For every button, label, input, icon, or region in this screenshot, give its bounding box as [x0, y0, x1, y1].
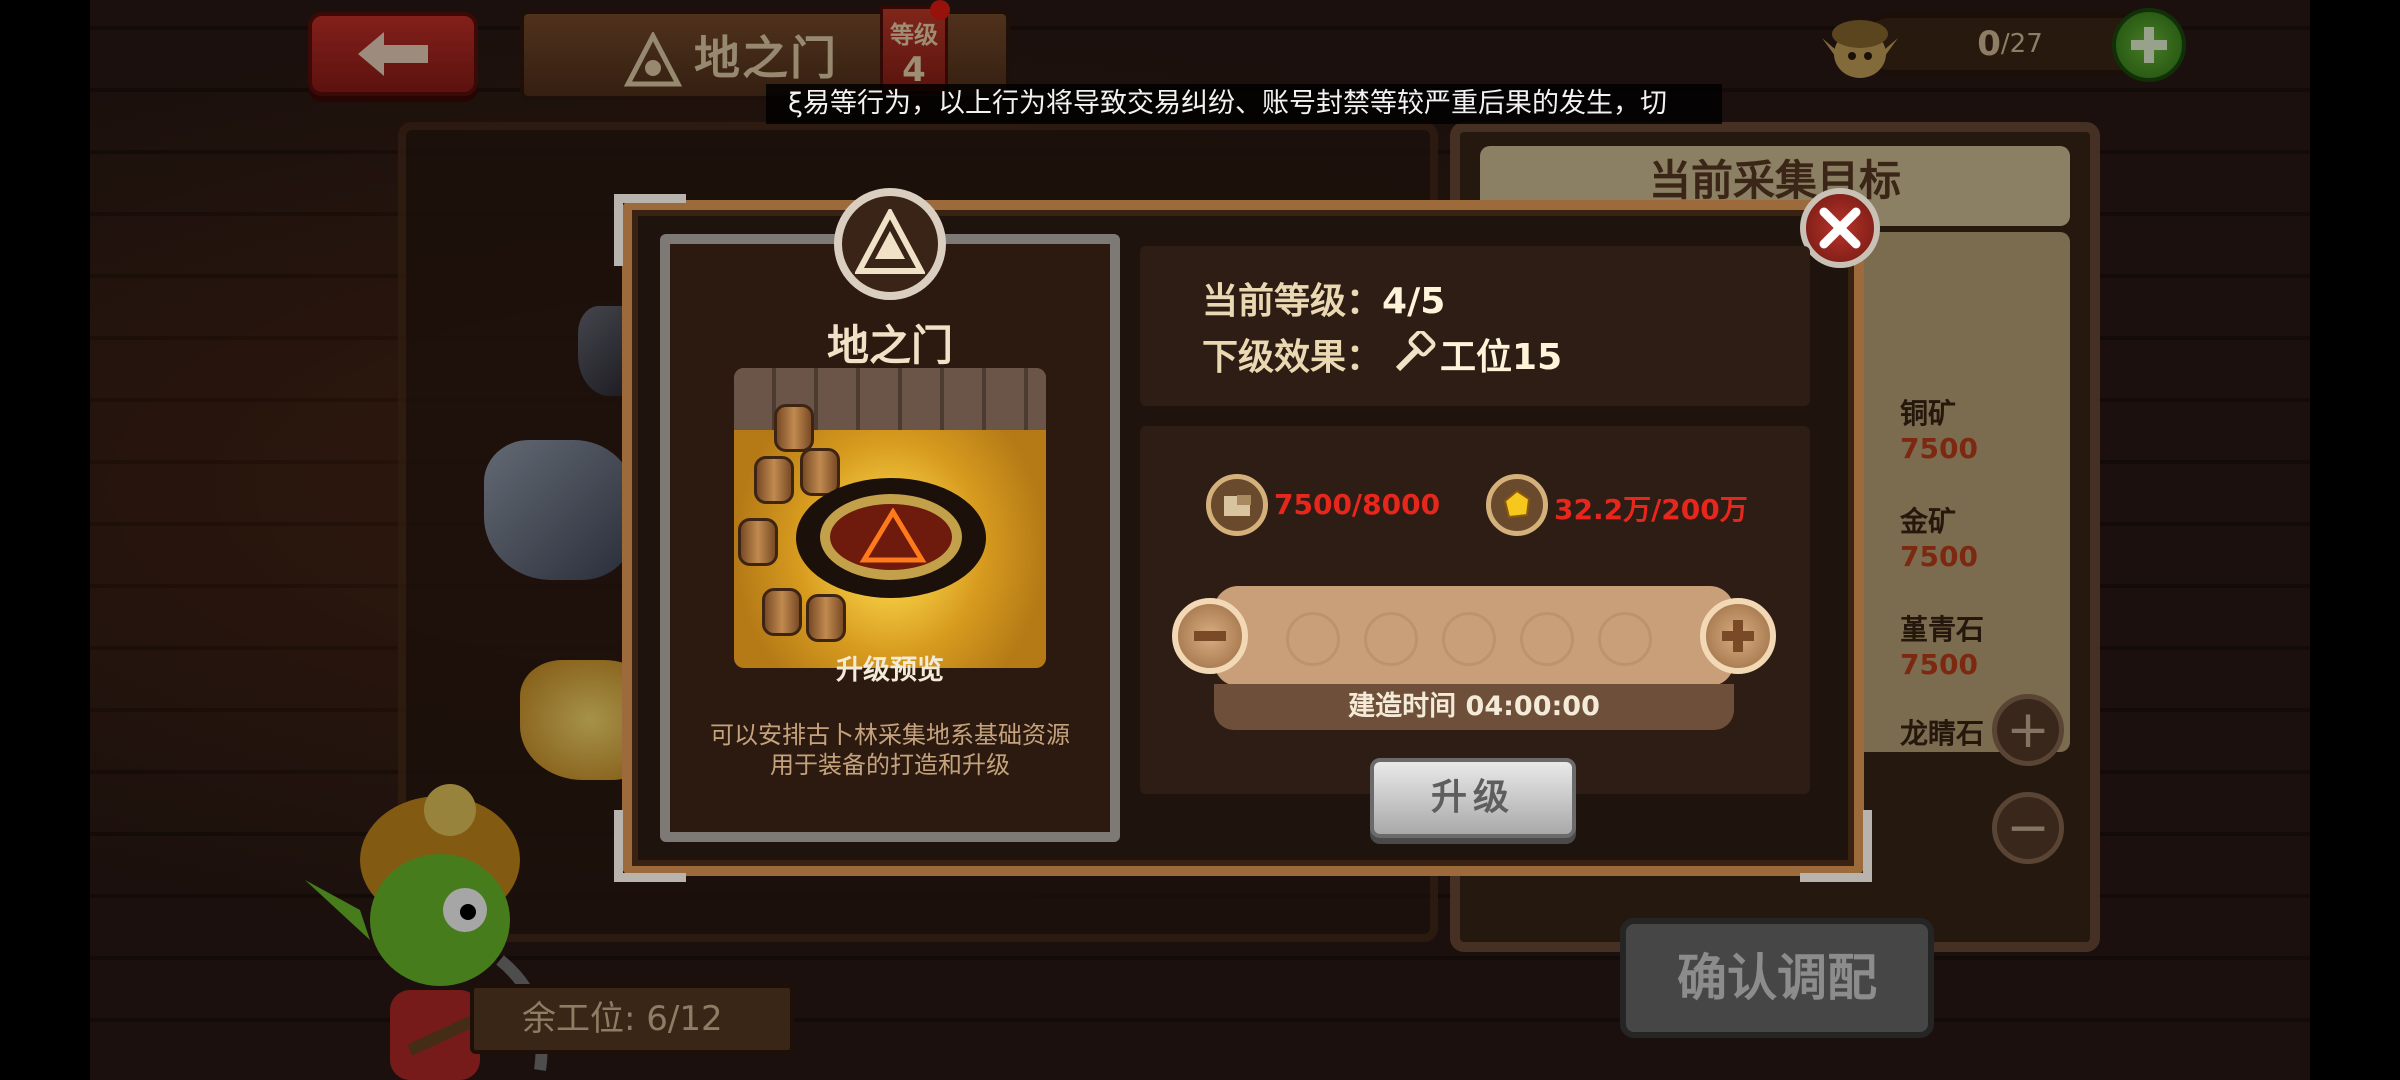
hammer-icon — [1395, 331, 1436, 372]
goblin-slot-icon — [1598, 612, 1652, 666]
description-line: 可以安排古卜林采集地系基础资源 — [710, 721, 1070, 749]
barrel-icon — [754, 456, 794, 504]
upgrade-preview-image — [734, 368, 1046, 668]
wood-resource-icon — [1206, 474, 1268, 536]
current-level-label: 当前等级： — [1202, 281, 1383, 322]
gold-resource-icon — [1486, 474, 1548, 536]
goblin-slot-icon — [1442, 612, 1496, 666]
close-button[interactable] — [1800, 188, 1880, 268]
current-level-row: 当前等级：4/5 — [1202, 272, 1445, 324]
corner-ornament-icon — [1800, 810, 1872, 882]
next-effect-value: 工位15 — [1440, 337, 1563, 378]
game-screen: 余工位: 6/12 当前采集目标 铜矿 7500 金矿 7500 堇青石 750… — [0, 0, 2400, 1080]
announcement-marquee: ξ易等行为，以上行为将导致交易纠纷、账号封禁等较严重后果的发生，切 — [766, 84, 1722, 124]
crate-icon — [1222, 494, 1252, 518]
next-effect-row: 下级效果： 工位15 — [1202, 328, 1562, 380]
level-info-box — [1140, 246, 1810, 406]
barrel-icon — [806, 594, 846, 642]
goblin-slot-icon — [1520, 612, 1574, 666]
building-description: 可以安排古卜林采集地系基础资源 用于装备的打造和升级 — [690, 720, 1090, 780]
glowing-rune-icon — [859, 508, 927, 563]
close-icon — [1819, 207, 1861, 249]
next-effect-label: 下级效果： — [1202, 337, 1383, 378]
goblin-slot-icon — [1286, 612, 1340, 666]
barrel-icon — [774, 404, 814, 452]
earth-gate-symbol-icon — [855, 209, 925, 274]
barrel-icon — [738, 518, 778, 566]
barrel-icon — [762, 588, 802, 636]
building-emblem — [834, 188, 946, 300]
resource-cost-1: 7500/8000 — [1274, 488, 1441, 521]
resource-cost-2: 32.2万/200万 — [1554, 493, 1748, 526]
minus-icon — [1194, 631, 1226, 641]
plus-icon — [1722, 620, 1754, 652]
increase-button[interactable] — [1700, 598, 1776, 674]
gold-nugget-icon — [1503, 489, 1531, 519]
goblin-slot-icon — [1364, 612, 1418, 666]
building-name: 地之门 — [826, 321, 953, 370]
build-time: 建造时间 04:00:00 — [1214, 684, 1734, 730]
preview-label: 升级预览 — [836, 655, 944, 686]
upgrade-button[interactable]: 升级 — [1370, 758, 1576, 838]
current-level-value: 4/5 — [1382, 281, 1446, 322]
decrease-button[interactable] — [1172, 598, 1248, 674]
description-line: 用于装备的打造和升级 — [770, 751, 1010, 779]
